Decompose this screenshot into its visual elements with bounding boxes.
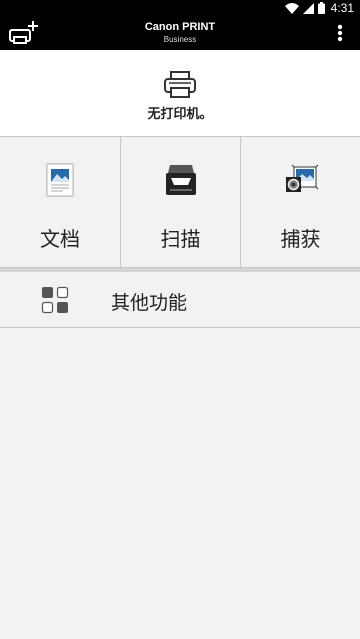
grid-apps-icon xyxy=(41,286,69,314)
other-functions-row[interactable]: 其他功能 xyxy=(0,272,360,328)
tile-capture[interactable]: 捕获 xyxy=(240,137,360,267)
wifi-icon xyxy=(284,2,299,14)
tile-scan[interactable]: 扫描 xyxy=(120,137,240,267)
other-functions-label: 其他功能 xyxy=(111,292,188,314)
more-vert-icon xyxy=(337,24,343,42)
printer-selector[interactable]: 无打印机。 xyxy=(0,50,360,137)
feature-tiles: 文档 扫描 捕获 xyxy=(0,137,360,268)
tile-scan-label: 扫描 xyxy=(160,227,201,251)
status-time: 4:31 xyxy=(330,1,354,15)
scanner-icon xyxy=(166,165,196,195)
status-bar: 4:31 xyxy=(0,0,360,16)
tile-capture-label: 捕获 xyxy=(280,227,321,251)
printer-icon xyxy=(164,71,196,98)
status-icons: 4:31 xyxy=(284,1,354,15)
battery-icon xyxy=(317,2,325,14)
overflow-menu-button[interactable] xyxy=(326,16,354,50)
document-icon xyxy=(46,163,74,197)
tile-document[interactable]: 文档 xyxy=(0,137,120,267)
no-printer-text: 无打印机。 xyxy=(147,107,213,122)
add-printer-button[interactable] xyxy=(4,16,42,50)
app-bar: Canon PRINT Business xyxy=(0,16,360,50)
app-title: Canon PRINT xyxy=(144,21,216,33)
tile-document-label: 文档 xyxy=(40,227,80,251)
cellular-signal-icon xyxy=(302,2,314,14)
add-printer-icon xyxy=(9,21,38,44)
app-subtitle: Business xyxy=(163,35,197,44)
capture-icon xyxy=(286,164,319,192)
